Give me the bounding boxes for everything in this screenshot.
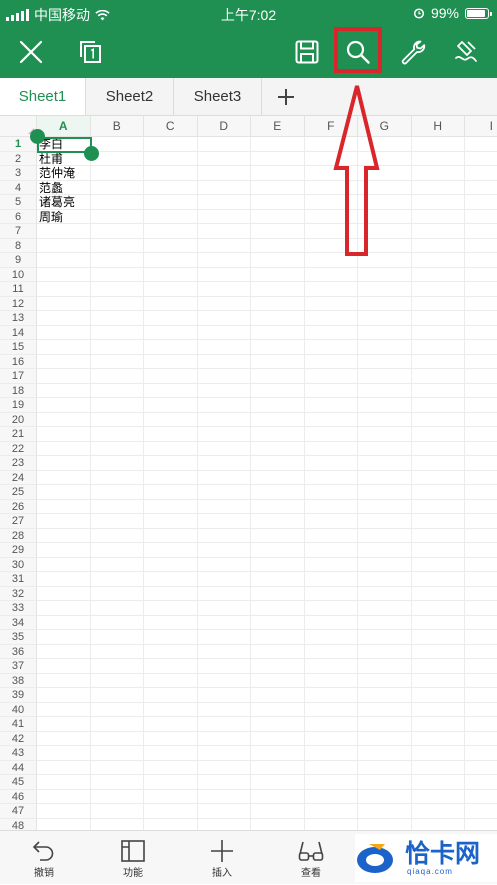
insert-button[interactable]: 插入 — [187, 831, 257, 885]
undo-button[interactable]: 撤销 — [9, 831, 79, 885]
watermark-title: 恰卡网 — [405, 838, 481, 868]
annotation-arrow — [333, 85, 380, 256]
watermark-logo-icon — [357, 844, 393, 873]
functions-button[interactable]: 功能 — [98, 831, 168, 885]
watermark: 恰卡网 qiaqa.com — [355, 834, 497, 882]
undo-label: 撤销 — [34, 868, 54, 879]
view-button[interactable]: 查看 — [276, 831, 346, 885]
watermark-subtitle: qiaqa.com — [407, 866, 453, 876]
glasses-icon — [298, 841, 324, 861]
functions-label: 功能 — [123, 868, 143, 879]
plus-icon — [211, 840, 233, 862]
undo-icon — [32, 841, 54, 861]
view-label: 查看 — [301, 868, 321, 879]
panel-icon — [121, 840, 145, 862]
insert-label: 插入 — [212, 868, 232, 879]
